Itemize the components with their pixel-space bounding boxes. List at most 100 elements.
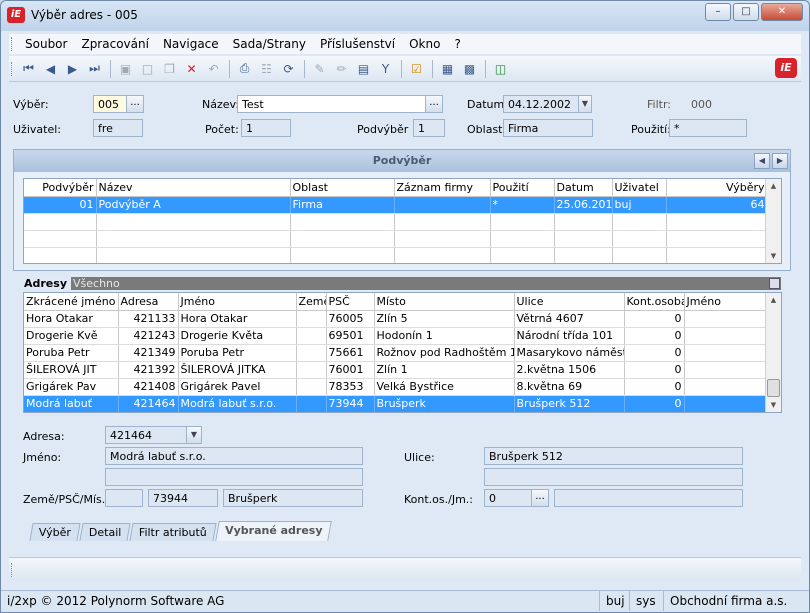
podvyber-scrollbar[interactable]: ▲ ▼: [765, 179, 781, 263]
adresy-scrollbar[interactable]: ▲ ▼: [765, 293, 781, 412]
col-misto[interactable]: Místo: [374, 293, 515, 311]
col-zeme[interactable]: Země: [296, 293, 327, 311]
scroll-down-icon[interactable]: ▼: [766, 249, 781, 263]
nazev-browse-button[interactable]: ...: [425, 95, 443, 113]
col-datum[interactable]: Datum: [554, 179, 613, 197]
print-icon[interactable]: ⎙: [234, 59, 255, 79]
kont-jmeno-field[interactable]: [554, 489, 743, 507]
calendar-icon[interactable]: ▦: [437, 59, 458, 79]
new-document-icon[interactable]: □: [137, 59, 158, 79]
maximize-button[interactable]: □: [733, 3, 759, 21]
menu-prislusenstvi[interactable]: Příslušenství: [313, 37, 402, 51]
col-nazev[interactable]: Název: [96, 179, 291, 197]
cell: 8.května 69: [514, 378, 625, 396]
filter-table-icon[interactable]: ▤: [353, 59, 374, 79]
card-icon[interactable]: ▩: [459, 59, 480, 79]
podvyber-row[interactable]: 01 Podvýběr A Firma * 25.06.2012 buj 64: [24, 196, 768, 214]
col-jmeno[interactable]: Jméno: [178, 293, 297, 311]
scroll-thumb[interactable]: [767, 379, 780, 397]
col-ulice[interactable]: Ulice: [514, 293, 625, 311]
menu-okno[interactable]: Okno: [402, 37, 447, 51]
col-uzivatel[interactable]: Uživatel: [612, 179, 667, 197]
edit-pen-icon[interactable]: ✎: [309, 59, 330, 79]
ulice2-field[interactable]: [484, 468, 743, 486]
address-row[interactable]: Grigárek Pav 421408 Grigárek Pavel 78353 Vel…: [24, 378, 768, 396]
col-zkracene-jmeno[interactable]: Zkrácené jméno: [24, 293, 119, 311]
kont-os-browse-button[interactable]: ...: [531, 489, 549, 507]
address-row[interactable]: Poruba Petr 421349 Poruba Petr 75661 Rožnov …: [24, 344, 768, 362]
oblast-field[interactable]: Firma: [503, 119, 593, 137]
col-pouziti[interactable]: Použití: [490, 179, 555, 197]
psc-field[interactable]: 73944: [148, 489, 218, 507]
bottom-grip: [11, 563, 14, 577]
vyber-field[interactable]: 005: [93, 95, 127, 113]
ulice-field[interactable]: Brušperk 512: [484, 447, 743, 465]
application-window: iE Výběr adres - 005 – □ ✕ Soubor Zpraco…: [0, 0, 810, 613]
col-podvyber[interactable]: Podvýběr: [24, 179, 97, 197]
zeme-field[interactable]: [105, 489, 143, 507]
pouziti-field[interactable]: *: [669, 119, 747, 137]
panel-prev-icon[interactable]: ◀: [754, 153, 770, 169]
scroll-down-icon[interactable]: ▼: [766, 398, 781, 412]
check-mark-icon[interactable]: ☑: [406, 59, 427, 79]
jmeno-field[interactable]: Modrá labuť s.r.o.: [105, 447, 363, 465]
tab-vyber[interactable]: Výběr: [29, 523, 81, 541]
grid-settings-icon[interactable]: [769, 278, 780, 289]
pocet-field[interactable]: 1: [241, 119, 291, 137]
scroll-up-icon[interactable]: ▲: [766, 179, 781, 193]
refresh-icon[interactable]: ⟳: [278, 59, 299, 79]
minimize-button[interactable]: –: [705, 3, 731, 21]
pencil-icon[interactable]: ✏: [331, 59, 352, 79]
cell: *: [490, 196, 555, 214]
tab-filtr-atributu[interactable]: Filtr atributů: [129, 523, 217, 541]
adresa-dropdown-icon[interactable]: ▼: [186, 426, 202, 444]
menu-navigace[interactable]: Navigace: [156, 37, 226, 51]
scroll-up-icon[interactable]: ▲: [766, 293, 781, 307]
adresy-filter[interactable]: Všechno: [73, 277, 120, 290]
cell: 0: [624, 361, 685, 379]
title-bar[interactable]: iE Výběr adres - 005 – □ ✕: [1, 1, 809, 31]
delete-icon[interactable]: ✕: [181, 59, 202, 79]
col-kont-jmeno[interactable]: Jméno: [684, 293, 768, 311]
excel-export-icon[interactable]: ◫: [490, 59, 511, 79]
address-row[interactable]: ŠILEROVÁ JIT 421392 ŠILEROVÁ JITKA 76001 Zlí…: [24, 361, 768, 379]
undo-icon[interactable]: ↶: [203, 59, 224, 79]
toolbar-separator: [304, 59, 305, 78]
uzivatel-field[interactable]: fre: [93, 119, 143, 137]
cell: [684, 395, 768, 412]
address-row[interactable]: Drogerie Kvě 421243 Drogerie Květa 69501 Hod…: [24, 327, 768, 345]
col-vybery[interactable]: Výběry: [666, 179, 768, 197]
first-record-icon[interactable]: ⏮: [18, 59, 39, 79]
datum-dropdown-icon[interactable]: ▼: [578, 95, 592, 113]
kont-os-field[interactable]: 0: [484, 489, 532, 507]
menu-help[interactable]: ?: [447, 37, 467, 51]
panel-next-icon[interactable]: ▶: [772, 153, 788, 169]
menu-zpracovani[interactable]: Zpracování: [74, 37, 155, 51]
misto-field[interactable]: Brušperk: [223, 489, 363, 507]
nazev-field[interactable]: Test: [237, 95, 427, 113]
address-row[interactable]: Modrá labuť 421464 Modrá labuť s.r.o. 73944…: [24, 395, 768, 412]
filter-y-icon[interactable]: Y: [375, 59, 396, 79]
jmeno2-field[interactable]: [105, 468, 363, 486]
address-row[interactable]: Hora Otakar 421133 Hora Otakar 76005 Zlín 5V…: [24, 310, 768, 328]
datum-field[interactable]: 04.12.2002: [503, 95, 579, 113]
podvyber-field[interactable]: 1: [413, 119, 445, 137]
col-zaznam-firmy[interactable]: Záznam firmy: [394, 179, 491, 197]
tab-detail[interactable]: Detail: [79, 523, 132, 541]
save-icon[interactable]: ▣: [115, 59, 136, 79]
col-adresa[interactable]: Adresa: [118, 293, 179, 311]
col-psc[interactable]: PSČ: [326, 293, 375, 311]
menu-sada-strany[interactable]: Sada/Strany: [226, 37, 313, 51]
col-oblast[interactable]: Oblast: [290, 179, 395, 197]
last-record-icon[interactable]: ⏭: [84, 59, 105, 79]
previous-record-icon[interactable]: ◀: [40, 59, 61, 79]
next-record-icon[interactable]: ▶: [62, 59, 83, 79]
copy-icon[interactable]: ❐: [159, 59, 180, 79]
col-kont-osoba[interactable]: Kont.osoba: [624, 293, 685, 311]
menu-soubor[interactable]: Soubor: [18, 37, 74, 51]
close-button[interactable]: ✕: [761, 3, 803, 21]
adresa-field[interactable]: 421464: [105, 426, 187, 444]
tree-icon[interactable]: ☷: [256, 59, 277, 79]
vyber-browse-button[interactable]: ...: [126, 95, 144, 113]
tab-vybrane-adresy[interactable]: Vybrané adresy: [215, 521, 333, 541]
